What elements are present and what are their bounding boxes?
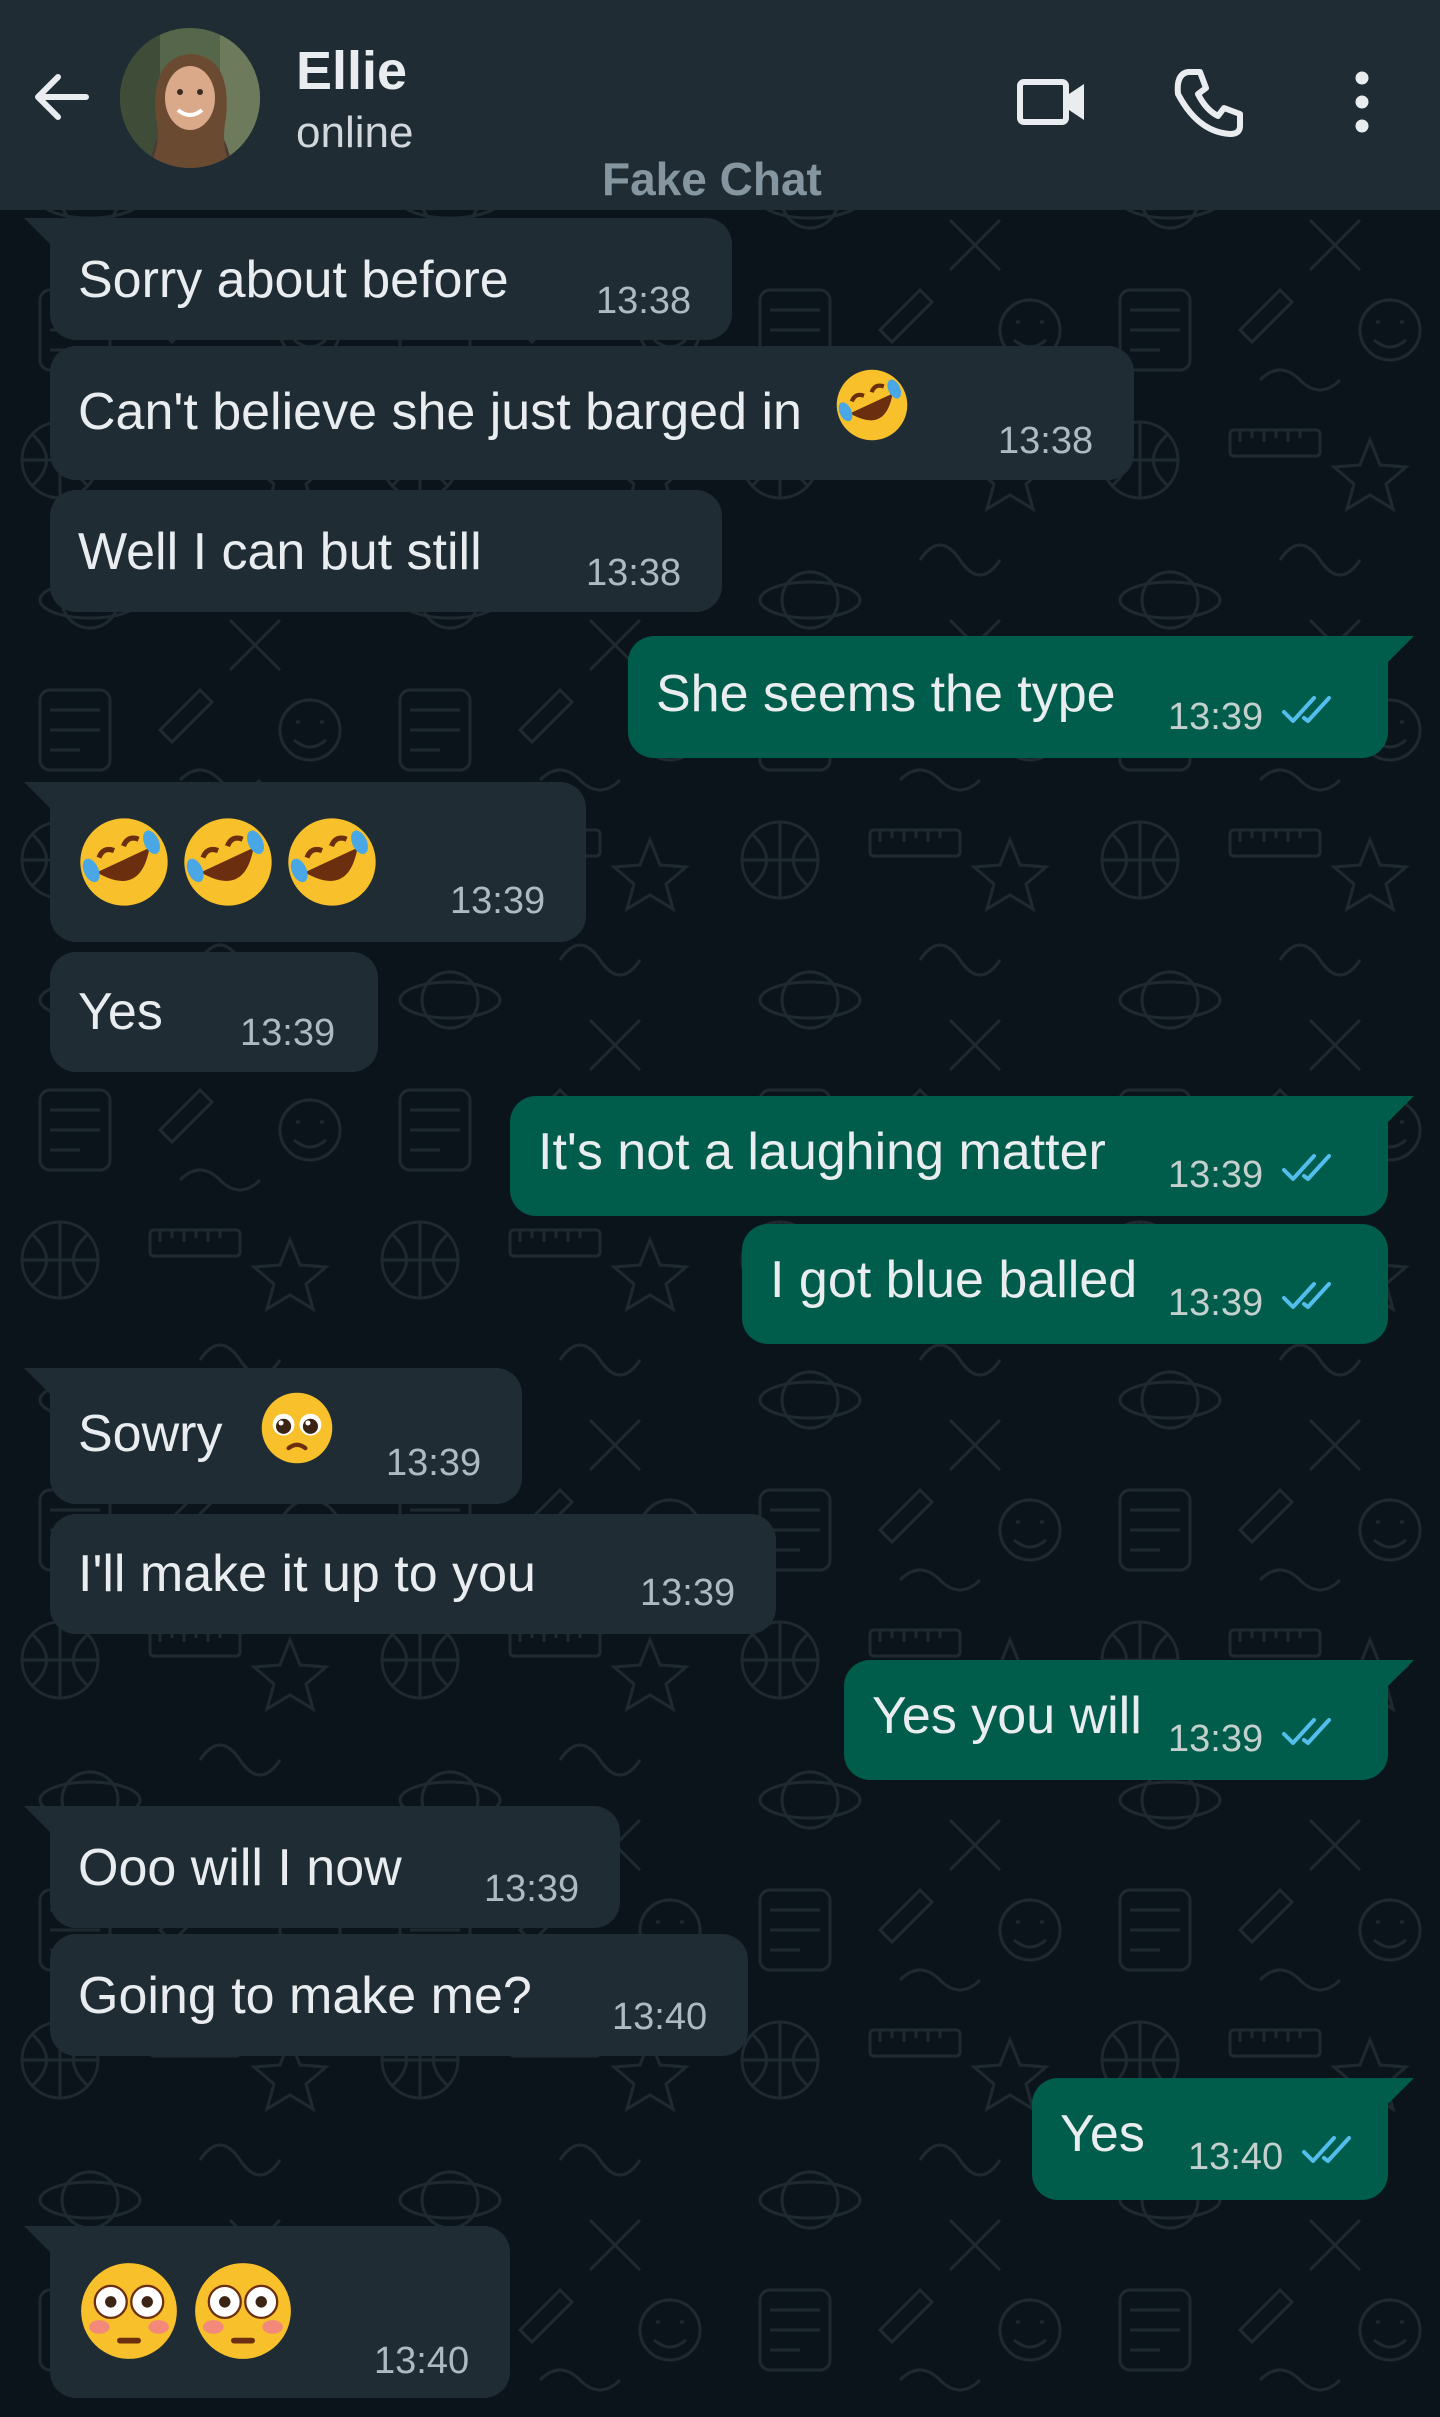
message-time: 13:38 [586,552,682,594]
bubble-tail [24,2226,52,2254]
rofl-emoji-icon [837,369,908,441]
message-text: Yes [78,983,163,1041]
phone-icon[interactable] [1168,62,1248,142]
outgoing-message[interactable]: Yes 13:40 [1032,2078,1414,2200]
bubble-tail [1386,2078,1414,2106]
message-text: Ooo will I now [78,1839,402,1897]
incoming-message[interactable]: Can't believe she just barged in 13:38 [50,346,1134,480]
message-text: It's not a laughing matter [538,1123,1106,1181]
message-text: Sorry about before [78,251,509,309]
bubble-tail [1386,1096,1414,1124]
message-time: 13:39 [640,1572,736,1614]
outgoing-message[interactable]: It's not a laughing matter 13:39 [510,1096,1414,1216]
message-text: Going to make me? [78,1967,532,2025]
message-time: 13:39 [1168,1154,1264,1196]
avatar-photo [120,28,260,168]
message-text: She seems the type [656,665,1116,723]
message-text: I got blue balled [770,1251,1138,1309]
incoming-message[interactable]: I'll make it up to you 13:39 [50,1514,776,1634]
incoming-message[interactable]: Well I can but still 13:38 [50,490,722,612]
message-text: I'll make it up to you [78,1545,536,1603]
message-time: 13:38 [998,420,1094,462]
rofl-emoji-icon [80,818,168,906]
incoming-message[interactable]: 13:39 [24,782,586,942]
incoming-message[interactable]: Yes 13:39 [50,952,378,1072]
flushed-face-emoji-icon [195,2263,291,2359]
incoming-message[interactable]: Sowry 13:39 [24,1368,522,1504]
outgoing-message[interactable]: I got blue balled 13:39 [742,1224,1388,1344]
message-text: Sowry [78,1392,339,1470]
read-receipt-icon [1282,1154,1331,1181]
outgoing-message[interactable]: She seems the type 13:39 [628,636,1414,758]
message-time: 13:39 [240,1012,336,1054]
message-time: 13:39 [1168,1282,1264,1324]
bubble-tail [1386,636,1414,664]
message-text: Yes [1060,2105,1145,2163]
message-list[interactable]: Sorry about before 13:38 Can't believe s… [0,210,1440,2417]
bubble-tail [24,1806,52,1834]
back-arrow-icon[interactable] [26,62,96,132]
emoji-group [72,2254,300,2368]
video-call-icon[interactable] [1012,62,1092,142]
incoming-message[interactable]: 13:40 [24,2226,510,2398]
emoji-group [72,810,384,914]
rofl-emoji-icon [184,818,272,906]
read-receipt-icon [1302,2136,1351,2163]
message-time: 13:39 [1168,1718,1264,1760]
message-text: Yes you will [872,1687,1142,1745]
message-text: Well I can but still [78,523,482,581]
outgoing-message[interactable]: Yes you will 13:39 [844,1660,1414,1780]
pleading-face-emoji-icon [261,1392,333,1464]
read-receipt-icon [1282,1718,1331,1745]
message-time: 13:39 [386,1442,482,1484]
bubble-tail [24,218,52,246]
contact-name[interactable]: Ellie [296,40,407,102]
incoming-message[interactable]: Sorry about before 13:38 [24,218,732,340]
watermark-label: Fake Chat [602,153,822,205]
read-receipt-icon [1282,1282,1331,1309]
bubble-tail [24,1368,52,1396]
contact-status: online [296,108,414,157]
message-text: Can't believe she just barged in [78,369,914,447]
bubble-tail [1386,1660,1414,1688]
incoming-message[interactable]: Ooo will I now 13:39 [24,1806,620,1928]
message-time: 13:40 [612,1996,708,2038]
flushed-face-emoji-icon [81,2263,177,2359]
message-time: 13:38 [596,280,692,322]
more-vert-icon[interactable] [1322,62,1402,142]
message-text-content: Can't believe she just barged in [78,383,802,441]
chat-header: Ellie online Fake Chat [0,0,1440,210]
message-text-content: Sowry [78,1405,223,1463]
read-receipt-icon [1282,696,1331,723]
message-time: 13:40 [374,2340,470,2382]
message-time: 13:39 [1168,696,1264,738]
message-time: 13:39 [450,880,546,922]
incoming-message[interactable]: Going to make me? 13:40 [50,1934,748,2056]
bubble-tail [24,782,52,810]
contact-avatar[interactable] [120,28,260,168]
message-time: 13:39 [484,1868,580,1910]
rofl-emoji-icon [288,818,376,906]
message-time: 13:40 [1188,2136,1284,2178]
